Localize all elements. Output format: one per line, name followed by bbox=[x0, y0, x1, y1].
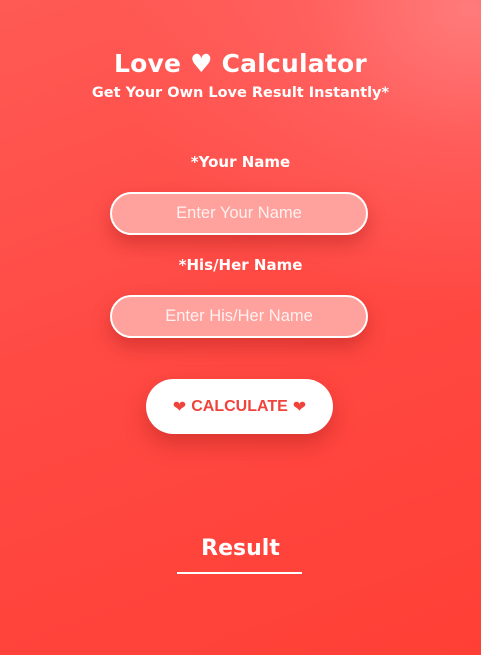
partner-name-label: *His/Her Name bbox=[178, 256, 303, 274]
app-subtitle: Get Your Own Love Result Instantly* bbox=[91, 85, 390, 101]
calculate-button[interactable]: ❤ CALCULATE ❤ bbox=[146, 379, 333, 434]
calculate-button-label: CALCULATE bbox=[191, 397, 288, 415]
heart-icon: ❤ bbox=[172, 396, 187, 416]
result-underline bbox=[177, 572, 302, 574]
heart-icon: ❤ bbox=[292, 396, 307, 416]
your-name-input[interactable] bbox=[110, 192, 368, 235]
app-title: Love ♥ Calculator bbox=[114, 49, 367, 78]
your-name-label: *Your Name bbox=[190, 153, 291, 171]
partner-name-input[interactable] bbox=[110, 295, 368, 338]
result-heading: Result bbox=[201, 536, 280, 561]
